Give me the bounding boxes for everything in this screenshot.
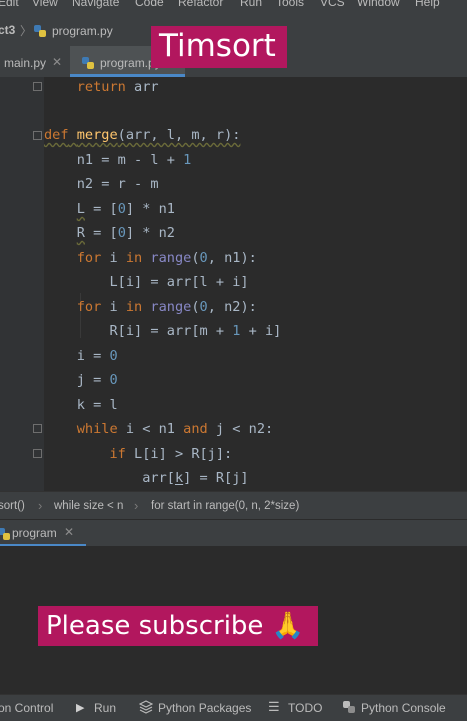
python-file-icon bbox=[82, 57, 94, 69]
tool-run[interactable]: Run bbox=[94, 701, 116, 715]
fold-icon[interactable] bbox=[33, 82, 42, 91]
chevron-right-icon: › bbox=[134, 498, 139, 513]
breadcrumb-item[interactable]: sort() bbox=[0, 500, 25, 512]
code-line: if L[i] > R[j]: bbox=[44, 446, 233, 462]
code-breadcrumbs: sort() › while size < n › for start in r… bbox=[0, 491, 467, 520]
tool-python-console[interactable]: Python Console bbox=[361, 701, 446, 715]
fold-icon[interactable] bbox=[33, 449, 42, 458]
fold-icon[interactable] bbox=[33, 424, 42, 433]
close-icon[interactable]: ✕ bbox=[52, 55, 62, 69]
code-line: L[i] = arr[l + i] bbox=[44, 274, 249, 290]
code-editor[interactable]: return arr def merge(arr, l, m, r): n1 =… bbox=[0, 77, 467, 491]
fold-icon[interactable] bbox=[33, 131, 42, 140]
code-line: for i in range(0, n1): bbox=[44, 250, 257, 266]
menu-edit[interactable]: Edit bbox=[0, 0, 19, 9]
subscribe-overlay: Please subscribe 🙏 bbox=[38, 606, 318, 646]
menu-vcs[interactable]: VCS bbox=[320, 0, 345, 9]
code-line: L = [0] * n1 bbox=[76, 201, 175, 217]
tool-todo[interactable]: TODO bbox=[288, 701, 322, 715]
video-title-overlay: Timsort bbox=[151, 26, 287, 68]
subscribe-text: Please subscribe 🙏 bbox=[46, 611, 305, 641]
run-panel-header: program ✕ bbox=[0, 519, 467, 547]
code-line: R = [0] * n2 bbox=[76, 225, 175, 241]
close-icon[interactable]: ✕ bbox=[64, 525, 74, 539]
menu-bar: Edit View Navigate Code Refactor Run Too… bbox=[0, 0, 467, 10]
layers-icon bbox=[139, 700, 153, 714]
code-line: k = l bbox=[44, 397, 118, 413]
menu-window[interactable]: Window bbox=[357, 0, 400, 9]
breadcrumb-item[interactable]: while size < n bbox=[54, 500, 123, 512]
bottom-tool-bar: on Control ▶ Run Python Packages ☰ TODO … bbox=[0, 694, 467, 721]
video-title: Timsort bbox=[159, 28, 276, 64]
tool-version-control[interactable]: on Control bbox=[0, 701, 53, 715]
tool-python-packages[interactable]: Python Packages bbox=[158, 701, 251, 715]
chevron-right-icon: 〉 bbox=[20, 24, 33, 38]
menu-help[interactable]: Help bbox=[415, 0, 440, 9]
tab-label: main.py bbox=[4, 56, 47, 70]
breadcrumb-file[interactable]: program.py bbox=[52, 24, 113, 38]
code-line: while i < n1 and j < n2: bbox=[44, 421, 274, 437]
chevron-right-icon: › bbox=[38, 498, 43, 513]
code-line: i = 0 bbox=[44, 348, 118, 364]
menu-navigate[interactable]: Navigate bbox=[72, 0, 119, 9]
code-line: return arr bbox=[44, 79, 159, 95]
python-console-icon bbox=[343, 701, 355, 713]
project-name[interactable]: ct3 bbox=[0, 23, 15, 37]
code-line: n1 = m - l + 1 bbox=[44, 152, 192, 168]
menu-refactor[interactable]: Refactor bbox=[178, 0, 223, 9]
code-line: R[i] = arr[m + 1 + i] bbox=[44, 323, 282, 339]
code-line: j = 0 bbox=[44, 372, 118, 388]
code-line: arr[k] = R[j] bbox=[44, 470, 249, 486]
python-file-icon bbox=[34, 25, 46, 37]
menu-code[interactable]: Code bbox=[135, 0, 164, 9]
play-icon: ▶ bbox=[76, 702, 85, 714]
tab-main-py[interactable]: main.py ✕ bbox=[0, 46, 70, 77]
code-line: n2 = r - m bbox=[44, 176, 159, 192]
code-line: for i in range(0, n2): bbox=[44, 299, 257, 315]
code-line: def merge(arr, l, m, r): bbox=[44, 127, 241, 143]
python-run-icon bbox=[0, 528, 10, 540]
run-tab-label[interactable]: program bbox=[12, 526, 57, 540]
menu-tools[interactable]: Tools bbox=[276, 0, 304, 9]
list-icon: ☰ bbox=[268, 699, 280, 714]
breadcrumb-item[interactable]: for start in range(0, n, 2*size) bbox=[151, 500, 299, 512]
menu-run[interactable]: Run bbox=[240, 0, 262, 9]
menu-view[interactable]: View bbox=[32, 0, 58, 9]
